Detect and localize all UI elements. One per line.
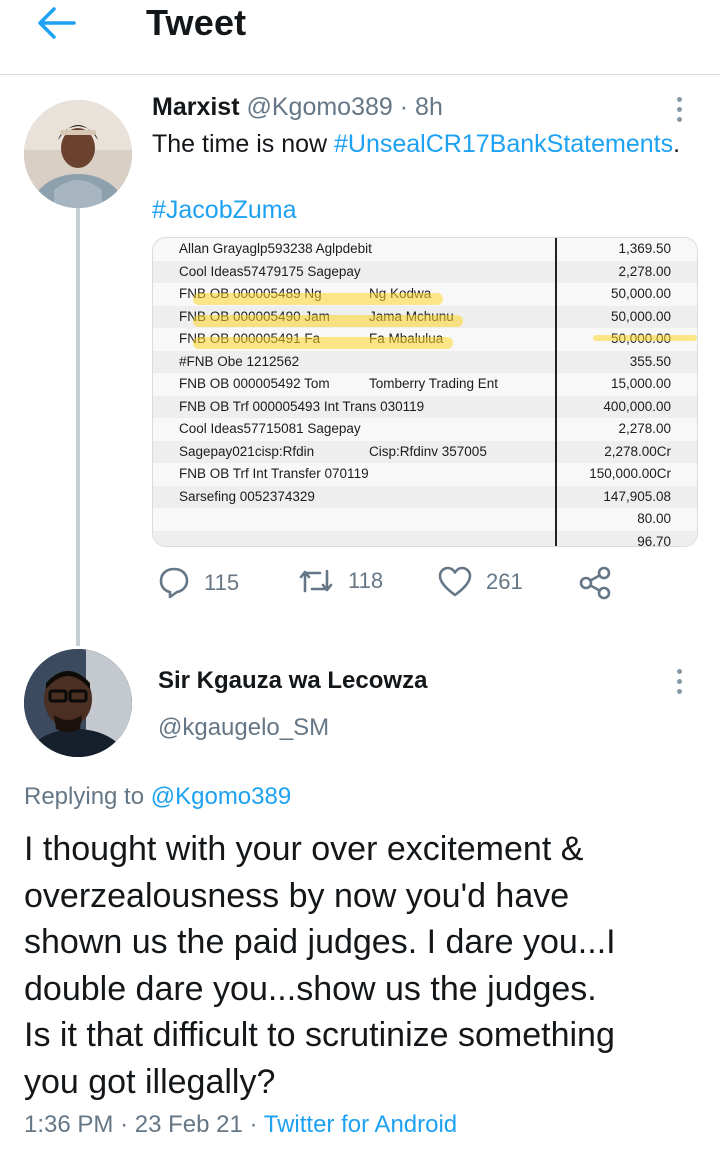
highlighter-mark (193, 293, 443, 305)
reply-author-name[interactable]: Sir Kgauza wa Lecowza (158, 667, 427, 695)
more-dot (676, 669, 682, 674)
statement-amount: 150,000.00Cr (589, 466, 671, 481)
statement-description: Sarsefing 0052374329 (179, 488, 315, 504)
statement-description: FNB OB Trf Int Transfer 070119 (179, 466, 369, 481)
statement-description: #FNB Obe 1212562 (179, 353, 300, 369)
like-count: 261 (486, 569, 523, 594)
tweet-hashtag-line: #JacobZuma (152, 196, 297, 225)
arrow-left-icon (38, 7, 76, 39)
tweet-author-row: Marxist @Kgomo389 · 8h (152, 93, 443, 122)
statement-amount: 2,278.00Cr (604, 443, 671, 459)
statement-row: 96.70 (153, 530, 697, 547)
statement-row: Cool Ideas57479175 Sagepay 2,278.00 (153, 260, 697, 283)
statement-description: Sagepay021cisp:Rfdin (179, 443, 315, 459)
reply-icon (159, 567, 189, 599)
more-dot (676, 679, 682, 684)
reply-author-handle[interactable]: @kgaugelo_SM (158, 714, 329, 742)
reply-text: I thought with your over excitement & ov… (24, 826, 704, 1105)
dot-separator: · (249, 1111, 258, 1138)
statement-amount: 2,278.00 (618, 263, 671, 279)
reply-text-line: you got illegally? (24, 1062, 276, 1101)
page-title: Tweet (146, 2, 247, 43)
highlighter-mark (593, 335, 697, 341)
statement-row: Cool Ideas57715081 Sagepay 2,278.00 (153, 418, 697, 441)
statement-description: Allan Grayaglp593238 Aglpdebit (179, 241, 372, 256)
statement-amount: 50,000.00 (610, 286, 671, 301)
statement-row: Sagepay021cisp:Rfdin Cisp:Rfdinv 357005 2,… (153, 440, 697, 463)
statement-column-divider (555, 238, 557, 546)
hashtag-link[interactable]: #UnsealCR17BankStatements (334, 130, 673, 158)
statement-reference: Tomberry Trading Ent (369, 376, 499, 391)
statement-description: Cool Ideas57715081 Sagepay (179, 421, 361, 436)
reply-text-line: double dare you...show us the judges. (24, 969, 597, 1008)
statement-description: Cool Ideas57479175 Sagepay (179, 263, 361, 279)
statement-amount: 96.70 (637, 533, 671, 547)
statement-description: FNB OB 000005492 Tom (179, 376, 330, 391)
reply-text-line: Is it that difficult to scrutinize somet… (24, 1016, 615, 1054)
statement-amount: 355.50 (629, 353, 671, 369)
statement-description: FNB OB Trf 000005493 Int Trans 030119 (179, 398, 425, 414)
statement-amount: 2,278.00 (618, 421, 671, 436)
reply-text-line: shown us the paid judges. I dare you...I (24, 923, 616, 961)
avatar[interactable] (24, 100, 132, 208)
profile-photo (24, 100, 132, 208)
tweet-time: 8h (415, 93, 443, 121)
tweet-timestamp: 1:36 PM (24, 1111, 114, 1138)
tweet-date: 23 Feb 21 (134, 1111, 243, 1138)
back-button[interactable] (34, 4, 78, 42)
dot-separator: · (120, 1111, 129, 1138)
more-dot (676, 97, 682, 102)
author-handle[interactable]: @Kgomo389 (247, 93, 393, 121)
share-icon (579, 566, 611, 600)
share-button[interactable] (578, 566, 612, 600)
highlighter-mark (193, 337, 453, 349)
tweet-source-link[interactable]: Twitter for Android (264, 1111, 457, 1138)
retweet-button[interactable]: 118 (298, 566, 383, 596)
statement-row: #FNB Obe 1212562 355.50 (153, 350, 697, 373)
profile-photo (24, 649, 132, 757)
more-dot (676, 689, 682, 694)
statement-row: Allan Grayaglp593238 Aglpdebit 1,369.50 (153, 238, 697, 261)
like-button[interactable]: 261 (438, 566, 523, 598)
highlighter-mark (193, 315, 463, 327)
more-options-button[interactable] (674, 669, 684, 701)
statement-row: FNB OB Trf Int Transfer 070119 150,000.00… (153, 463, 697, 486)
reply-count: 115 (204, 570, 240, 595)
replying-to-label: Replying to (24, 783, 151, 810)
retweet-icon (299, 569, 333, 593)
tweet-image-bank-statement[interactable]: Allan Grayaglp593238 Aglpdebit 1,369.50 Co… (152, 237, 698, 547)
statement-row: Sarsefing 0052374329 147,905.08 (153, 485, 697, 508)
tweet-text-prefix: The time is now (152, 130, 335, 158)
statement-amount: 1,369.50 (618, 241, 671, 256)
more-dot (676, 117, 682, 122)
more-options-button[interactable] (674, 97, 684, 129)
retweet-count: 118 (348, 568, 384, 593)
statement-row: FNB OB 000005492 Tom Tomberry Trading Ent… (153, 373, 697, 396)
thread-line (76, 208, 80, 646)
author-name[interactable]: Marxist (152, 93, 240, 121)
replying-to: Replying to @Kgomo389 (24, 783, 291, 811)
replying-to-handle-link[interactable]: @Kgomo389 (151, 783, 291, 810)
statement-reference: Cisp:Rfdinv 357005 (369, 443, 487, 459)
reply-text-line: overzealousness by now you'd have (24, 876, 570, 915)
statement-amount: 400,000.00 (603, 398, 671, 414)
statement-amount: 147,905.08 (603, 488, 671, 504)
hashtag-link[interactable]: #JacobZuma (152, 196, 297, 224)
reply-text-line: I thought with your over excitement & (24, 830, 584, 868)
tweet-text-suffix: . (673, 130, 681, 158)
heart-icon (438, 566, 472, 597)
top-bar: Tweet (0, 0, 720, 75)
statement-amount: 15,000.00 (610, 376, 671, 391)
statement-amount: 50,000.00 (610, 308, 671, 324)
statement-amount: 80.00 (637, 511, 671, 526)
statement-row: FNB OB Trf 000005493 Int Trans 030119 400… (153, 395, 697, 418)
avatar[interactable] (24, 649, 132, 757)
dot-separator: · (399, 93, 409, 121)
tweet-text: The time is now #UnsealCR17BankStatement… (152, 130, 680, 159)
reply-button[interactable]: 115 (158, 566, 239, 600)
statement-row: 80.00 (153, 508, 697, 531)
tweet-meta: 1:36 PM · 23 Feb 21 · Twitter for Androi… (24, 1111, 457, 1139)
more-dot (676, 107, 682, 112)
